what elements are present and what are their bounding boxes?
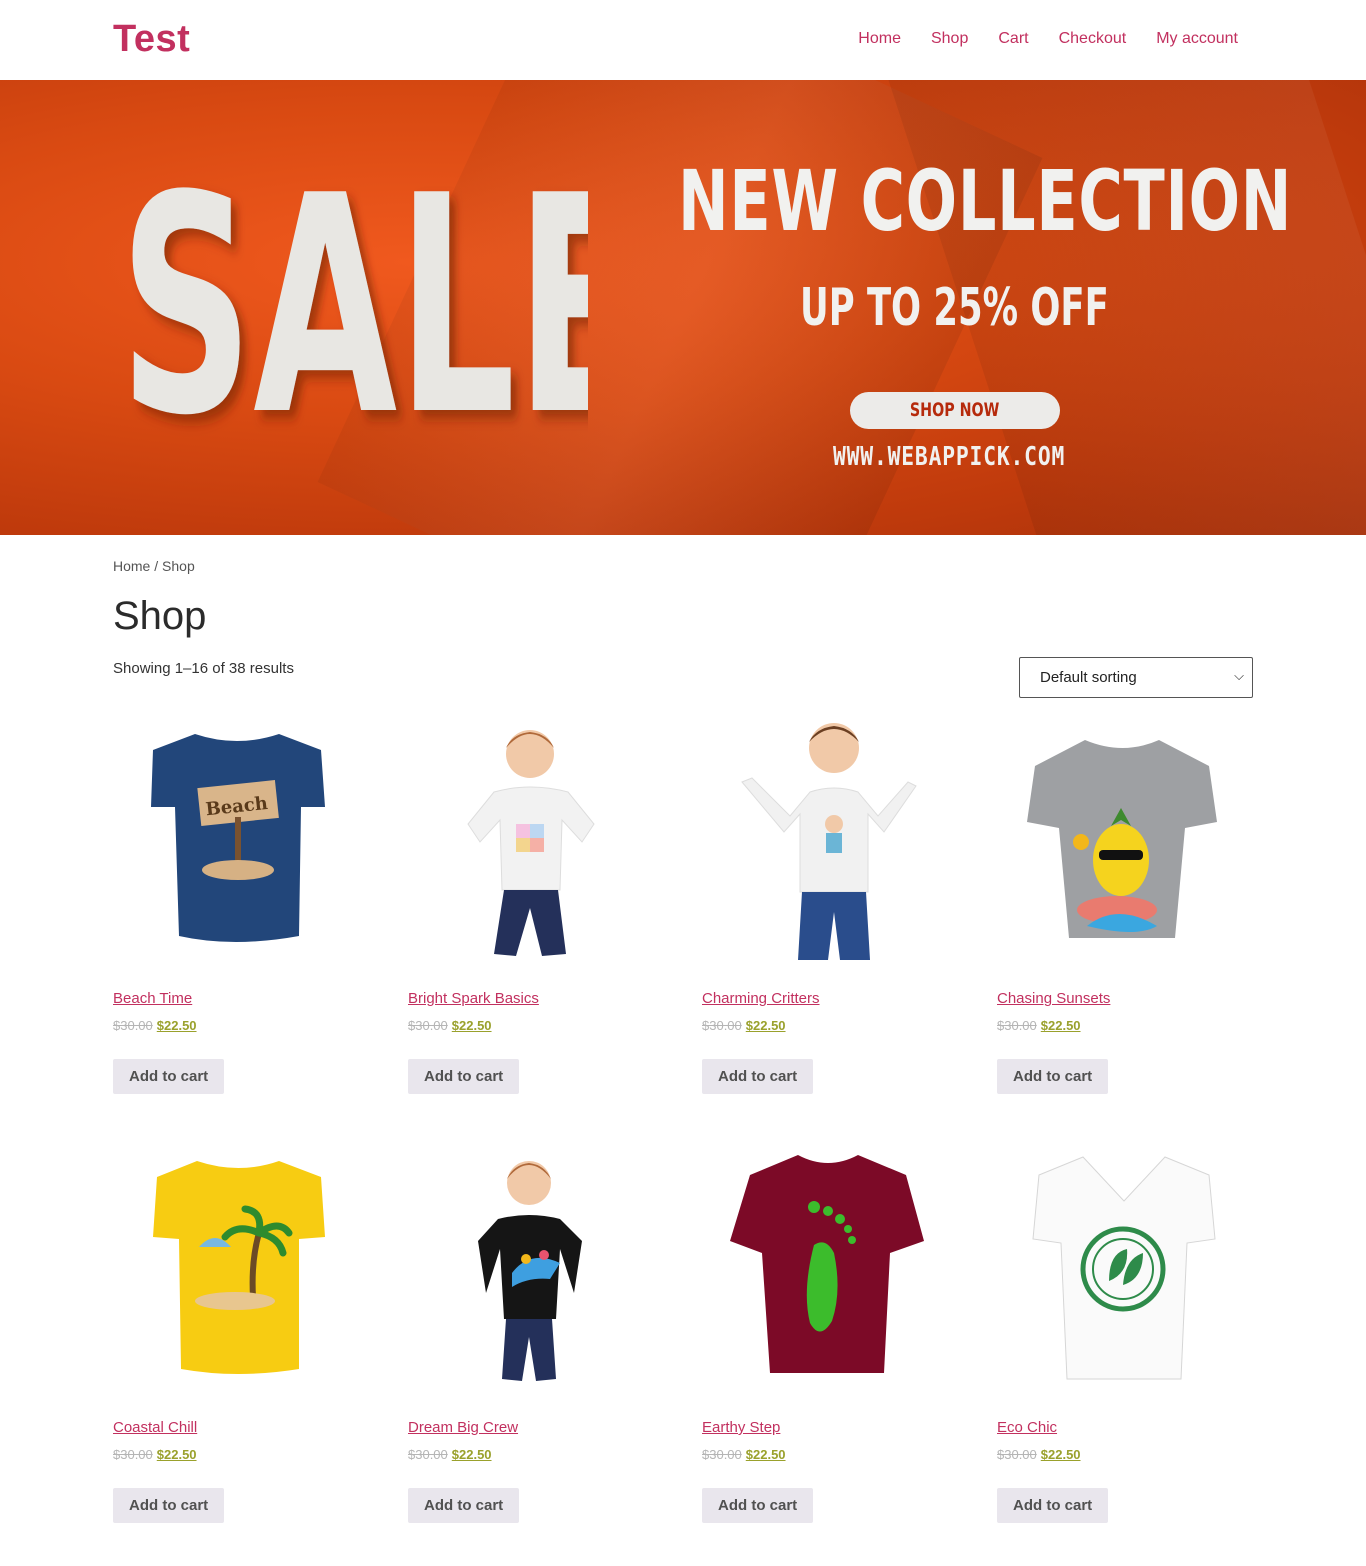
product-price: $30.00 $22.50 — [997, 1447, 1081, 1462]
sort-select-value: Default sorting — [1040, 669, 1137, 686]
banner-discount-text: UP TO 25% OFF — [800, 278, 1109, 338]
sale-graphic: SALE — [119, 140, 588, 480]
nav-cart[interactable]: Cart — [998, 30, 1028, 48]
product-title[interactable]: Dream Big Crew — [408, 1419, 518, 1436]
navy-tshirt-beach-icon[interactable]: Beach — [113, 712, 353, 972]
add-to-cart-button[interactable]: Add to cart — [702, 1059, 814, 1094]
banner-url: WWW.WEBAPPICK.COM — [833, 442, 1066, 472]
chevron-down-icon: ⌵ — [1234, 668, 1244, 683]
nav-shop[interactable]: Shop — [931, 30, 968, 48]
site-header: Test Home Shop Cart Checkout My account — [0, 0, 1366, 80]
nav-home[interactable]: Home — [858, 30, 901, 48]
main-nav: Home Shop Cart Checkout My account — [858, 30, 1238, 48]
add-to-cart-button[interactable]: Add to cart — [997, 1059, 1109, 1094]
breadcrumb-current: Shop — [162, 558, 195, 574]
yellow-tshirt-palm-icon[interactable] — [113, 1141, 353, 1401]
grey-tshirt-pineapple-icon[interactable] — [997, 712, 1237, 972]
boy-white-tshirt-icon[interactable] — [702, 712, 942, 972]
breadcrumb-home[interactable]: Home — [113, 558, 150, 574]
product-price: $30.00 $22.50 — [702, 1018, 786, 1033]
product-title[interactable]: Coastal Chill — [113, 1419, 197, 1436]
result-count: Showing 1–16 of 38 results — [113, 660, 294, 677]
product-title[interactable]: Eco Chic — [997, 1419, 1057, 1436]
nav-my-account[interactable]: My account — [1156, 30, 1238, 48]
add-to-cart-button[interactable]: Add to cart — [408, 1059, 520, 1094]
page-title: Shop — [113, 594, 207, 638]
product-price: $30.00 $22.50 — [408, 1018, 492, 1033]
shop-now-button[interactable]: SHOP NOW — [850, 392, 1060, 429]
product-price: $30.00 $22.50 — [113, 1447, 197, 1462]
add-to-cart-button[interactable]: Add to cart — [113, 1488, 225, 1523]
banner-headline: NEW COLLECTION — [678, 152, 1293, 250]
add-to-cart-button[interactable]: Add to cart — [997, 1488, 1109, 1523]
girl-white-tshirt-icon[interactable] — [408, 712, 648, 972]
add-to-cart-button[interactable]: Add to cart — [702, 1488, 814, 1523]
breadcrumb-separator: / — [150, 558, 163, 574]
product-title[interactable]: Bright Spark Basics — [408, 990, 539, 1007]
maroon-tshirt-footprint-icon[interactable] — [702, 1141, 942, 1401]
product-price: $30.00 $22.50 — [702, 1447, 786, 1462]
nav-checkout[interactable]: Checkout — [1059, 30, 1127, 48]
product-title[interactable]: Earthy Step — [702, 1419, 780, 1436]
product-price: $30.00 $22.50 — [997, 1018, 1081, 1033]
product-price: $30.00 $22.50 — [408, 1447, 492, 1462]
white-vneck-eco-icon[interactable] — [997, 1141, 1237, 1401]
breadcrumb: Home / Shop — [113, 558, 195, 574]
add-to-cart-button[interactable]: Add to cart — [408, 1488, 520, 1523]
sale-banner[interactable]: SALE NEW COLLECTION UP TO 25% OFF SHOP N… — [0, 80, 1366, 535]
product-title[interactable]: Chasing Sunsets — [997, 990, 1110, 1007]
site-title[interactable]: Test — [113, 18, 190, 61]
product-title[interactable]: Charming Critters — [702, 990, 820, 1007]
product-title[interactable]: Beach Time — [113, 990, 192, 1007]
girl-black-tshirt-icon[interactable] — [408, 1141, 648, 1401]
add-to-cart-button[interactable]: Add to cart — [113, 1059, 225, 1094]
sale-letters: SALE — [119, 140, 588, 480]
product-price: $30.00 $22.50 — [113, 1018, 197, 1033]
sort-select[interactable]: Default sorting ⌵ — [1019, 657, 1253, 698]
